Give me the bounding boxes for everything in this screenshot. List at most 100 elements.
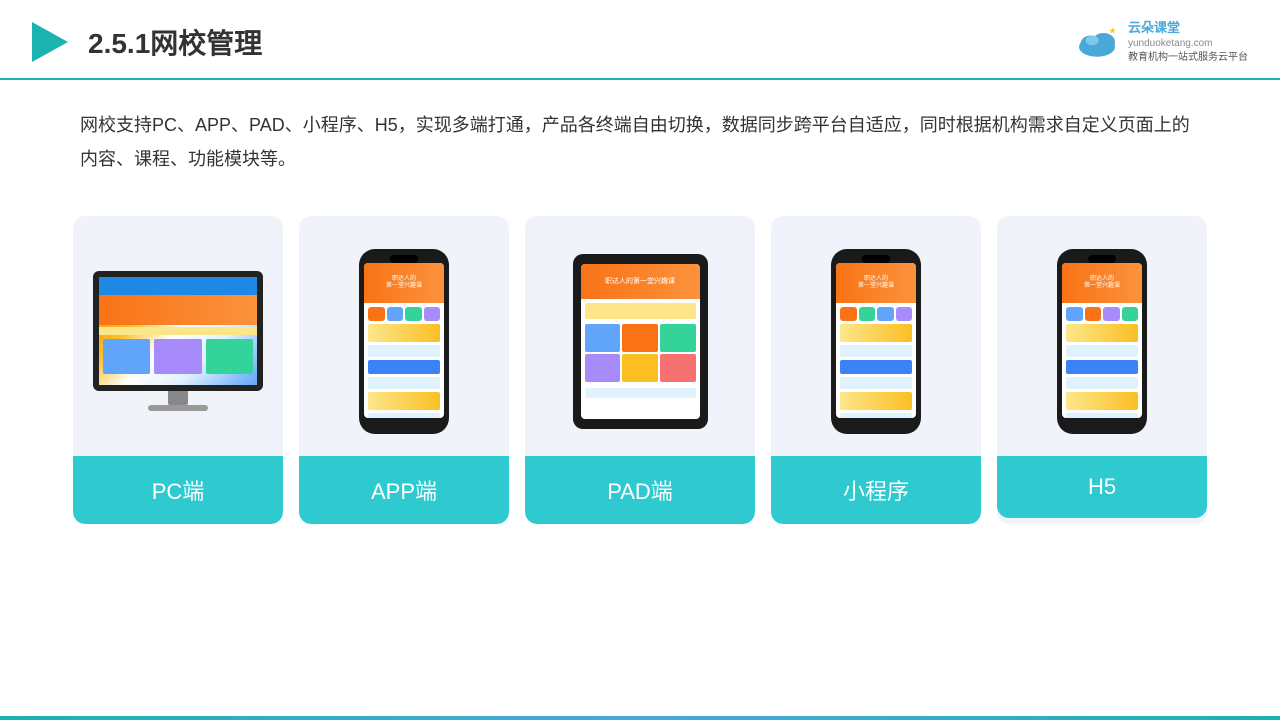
tgi-5 (622, 354, 658, 382)
card-mini-label: 小程序 (771, 456, 981, 524)
mini-icon-1 (840, 307, 857, 321)
app-icon-4 (424, 307, 441, 321)
mini-icon-3 (877, 307, 894, 321)
h5-icon-4 (1122, 307, 1139, 321)
card-h5-label: H5 (997, 456, 1207, 518)
phone-mini: 职达人的第一堂兴趣课 (831, 249, 921, 434)
description-content: 网校支持PC、APP、PAD、小程序、H5，实现多端打通，产品各终端自由切换，数… (80, 115, 1190, 169)
phone-mini-top: 职达人的第一堂兴趣课 (836, 263, 916, 303)
h5-row-4 (1066, 377, 1138, 389)
h5-row-3 (1066, 360, 1138, 374)
h5-icon-3 (1103, 307, 1120, 321)
phone-row-6 (368, 413, 440, 418)
tablet-row-1 (585, 303, 696, 319)
h5-icon-1 (1066, 307, 1083, 321)
phone-top-text: 职达人的第一堂兴趣课 (386, 276, 422, 290)
phone-h5: 职达人的第一堂兴趣课 (1057, 249, 1147, 434)
tgi-6 (660, 354, 696, 382)
phone-row-4 (368, 377, 440, 389)
phone-mini-screen: 职达人的第一堂兴趣课 (836, 263, 916, 418)
tgi-1 (585, 324, 621, 352)
logo-icon (1072, 24, 1122, 60)
phone-mini-notch (862, 255, 890, 263)
card-pad-image: 职达人的第一堂兴趣课 (525, 216, 755, 456)
card-pad-label: PAD端 (525, 456, 755, 524)
monitor-stand (168, 391, 188, 405)
card-app: 职达人的第一堂兴趣课 (299, 216, 509, 524)
phone-h5-icons (1066, 307, 1138, 321)
logo-area: 云朵课堂 yunduoketang.com 教育机构一站式服务云平台 (1072, 19, 1248, 65)
phone-h5-content (1062, 303, 1142, 418)
phone-mini-text: 职达人的第一堂兴趣课 (858, 276, 894, 290)
card-miniprogram: 职达人的第一堂兴趣课 (771, 216, 981, 524)
phone-h5-top: 职达人的第一堂兴趣课 (1062, 263, 1142, 303)
tgi-2 (622, 324, 658, 352)
card-pc-image (73, 216, 283, 456)
monitor-bar (99, 327, 257, 335)
logo-url: yunduoketang.com (1128, 37, 1248, 51)
monitor-screen (93, 271, 263, 391)
card-h5: 职达人的第一堂兴趣课 (997, 216, 1207, 524)
phone-mini-icons (840, 307, 912, 321)
phone-screen-top: 职达人的第一堂兴趣课 (364, 263, 444, 303)
block-1 (103, 339, 150, 374)
cards-container: PC端 职达人的第一堂兴趣课 (0, 186, 1280, 524)
description-text: 网校支持PC、APP、PAD、小程序、H5，实现多端打通，产品各终端自由切换，数… (0, 80, 1280, 186)
card-pad: 职达人的第一堂兴趣课 (525, 216, 755, 524)
card-h5-image: 职达人的第一堂兴趣课 (997, 216, 1207, 456)
tablet-bottom-bar (585, 388, 696, 398)
card-pc: PC端 (73, 216, 283, 524)
phone-mini-content (836, 303, 916, 418)
phone-content (364, 303, 444, 418)
logo-name: 云朵课堂 (1128, 19, 1248, 37)
tgi-3 (660, 324, 696, 352)
app-icon-2 (387, 307, 404, 321)
monitor-inner (99, 277, 257, 385)
mini-row-6 (840, 413, 912, 418)
h5-row-5 (1066, 392, 1138, 410)
phone-h5-text: 职达人的第一堂兴趣课 (1084, 276, 1120, 290)
tablet-grid (585, 324, 696, 382)
block-3 (206, 339, 253, 374)
monitor-blocks (103, 339, 253, 374)
mini-icon-2 (859, 307, 876, 321)
mini-row-5 (840, 392, 912, 410)
card-pc-label: PC端 (73, 456, 283, 524)
bottom-bar (0, 716, 1280, 720)
app-icon-3 (405, 307, 422, 321)
phone-screen: 职达人的第一堂兴趣课 (364, 263, 444, 418)
phone-row-5 (368, 392, 440, 410)
mini-row-1 (840, 324, 912, 342)
header-left: 2.5.1网校管理 (24, 18, 262, 66)
card-app-image: 职达人的第一堂兴趣课 (299, 216, 509, 456)
play-icon (24, 18, 72, 66)
logo-text-area: 云朵课堂 yunduoketang.com 教育机构一站式服务云平台 (1128, 19, 1248, 65)
card-mini-image: 职达人的第一堂兴趣课 (771, 216, 981, 456)
mini-row-3 (840, 360, 912, 374)
h5-row-1 (1066, 324, 1138, 342)
phone-notch (390, 255, 418, 263)
mini-icon-4 (896, 307, 913, 321)
phone-icon-row (368, 307, 440, 321)
tablet-top-text: 职达人的第一堂兴趣课 (605, 276, 675, 286)
card-app-label: APP端 (299, 456, 509, 524)
phone-row-3 (368, 360, 440, 374)
mini-row-4 (840, 377, 912, 389)
monitor-base (148, 405, 208, 411)
app-icon-1 (368, 307, 385, 321)
mini-row-2 (840, 345, 912, 357)
h5-row-6 (1066, 413, 1138, 418)
phone-row-1 (368, 324, 440, 342)
phone-h5-screen: 职达人的第一堂兴趣课 (1062, 263, 1142, 418)
page-title: 2.5.1网校管理 (88, 22, 262, 62)
block-2 (154, 339, 201, 374)
phone-app: 职达人的第一堂兴趣课 (359, 249, 449, 434)
tgi-4 (585, 354, 621, 382)
tablet-screen: 职达人的第一堂兴趣课 (581, 264, 700, 419)
logo-sub: 教育机构一站式服务云平台 (1128, 51, 1248, 65)
tablet-content (581, 299, 700, 402)
tablet-screen-top: 职达人的第一堂兴趣课 (581, 264, 700, 299)
page-header: 2.5.1网校管理 云朵课堂 yunduoketang.com 教育机构一站式服… (0, 0, 1280, 80)
h5-row-2 (1066, 345, 1138, 357)
tablet-pad: 职达人的第一堂兴趣课 (573, 254, 708, 429)
